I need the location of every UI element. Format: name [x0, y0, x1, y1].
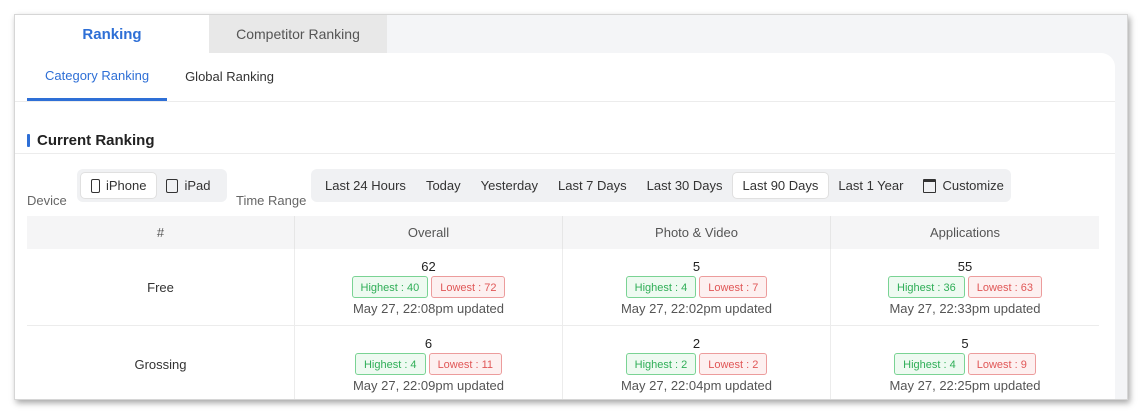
ranking-table: # Overall Photo & Video Applications Fre… [27, 216, 1099, 399]
divider [15, 153, 1115, 154]
time-range-last-30-days[interactable]: Last 30 Days [637, 173, 733, 198]
time-range-label: Time Range [236, 193, 307, 208]
device-iphone-button[interactable]: iPhone [81, 173, 157, 198]
tab-global-ranking[interactable]: Global Ranking [167, 53, 292, 99]
highest-badge: Highest : 4 [625, 275, 697, 298]
updated-timestamp: May 27, 22:04pm updated [620, 377, 773, 393]
ranking-window: Ranking Competitor Ranking Category Rank… [14, 14, 1128, 400]
updated-timestamp: May 27, 22:08pm updated [352, 300, 505, 316]
rank-value: 6 [424, 335, 433, 351]
ranking-panel: Category Ranking Global Ranking Current … [15, 53, 1115, 399]
customize-label: Customize [942, 178, 1004, 193]
lowest-badge: Lowest : 11 [428, 352, 503, 375]
time-range-today[interactable]: Today [416, 173, 471, 198]
ranking-cell: 5 Highest : 4 Lowest : 7 May 27, 22:02pm… [563, 249, 831, 325]
row-label: Grossing [27, 326, 295, 399]
highest-badge: Highest : 36 [888, 275, 965, 298]
column-header-photo-video: Photo & Video [563, 216, 831, 249]
updated-timestamp: May 27, 22:02pm updated [620, 300, 773, 316]
ranking-cell: 2 Highest : 2 Lowest : 2 May 27, 22:04pm… [563, 326, 831, 399]
calendar-icon [923, 178, 937, 193]
time-range-yesterday[interactable]: Yesterday [471, 173, 548, 198]
rank-value: 5 [961, 335, 969, 351]
rank-badges: Highest : 4 Lowest : 7 [625, 275, 768, 298]
highest-badge: Highest : 4 [354, 352, 426, 375]
rank-badges: Highest : 36 Lowest : 63 [888, 275, 1042, 298]
ranking-cell: 5 Highest : 4 Lowest : 9 May 27, 22:25pm… [831, 326, 1099, 399]
customize-button[interactable]: Customize [913, 173, 1013, 198]
updated-timestamp: May 27, 22:25pm updated [889, 377, 1041, 393]
updated-timestamp: May 27, 22:33pm updated [889, 300, 1041, 316]
rank-value: 55 [957, 258, 973, 274]
ranking-cell: 6 Highest : 4 Lowest : 11 May 27, 22:09p… [295, 326, 563, 399]
rank-value: 5 [692, 258, 701, 274]
time-range-selector: Last 24 Hours Today Yesterday Last 7 Day… [311, 169, 1011, 202]
ranking-cell: 62 Highest : 40 Lowest : 72 May 27, 22:0… [295, 249, 563, 325]
time-range-last-7-days[interactable]: Last 7 Days [548, 173, 637, 198]
highest-badge: Highest : 2 [625, 352, 697, 375]
highest-badge: Highest : 4 [894, 352, 965, 375]
row-label: Free [27, 249, 295, 325]
column-header-index: # [27, 216, 295, 249]
device-iphone-label: iPhone [106, 178, 147, 193]
column-header-overall: Overall [295, 216, 563, 249]
rank-badges: Highest : 4 Lowest : 9 [894, 352, 1036, 375]
updated-timestamp: May 27, 22:09pm updated [352, 377, 505, 393]
section-accent-bar [27, 134, 30, 147]
tab-ranking[interactable]: Ranking [15, 15, 209, 53]
device-label: Device [27, 193, 67, 208]
rank-value: 2 [692, 335, 701, 351]
rank-badges: Highest : 40 Lowest : 72 [351, 275, 506, 298]
lowest-badge: Lowest : 7 [699, 275, 768, 298]
time-range-last-1-year[interactable]: Last 1 Year [828, 173, 913, 198]
section-title: Current Ranking [27, 132, 155, 149]
phone-icon [91, 178, 100, 193]
sub-tabs: Category Ranking Global Ranking [27, 53, 292, 101]
table-row: Grossing 6 Highest : 4 Lowest : 11 May 2… [27, 326, 1099, 399]
rank-badges: Highest : 4 Lowest : 11 [354, 352, 503, 375]
rank-value: 62 [421, 258, 436, 274]
table-row: Free 62 Highest : 40 Lowest : 72 May 27,… [27, 249, 1099, 326]
rank-badges: Highest : 2 Lowest : 2 [625, 352, 768, 375]
divider [15, 101, 1115, 102]
device-selector: iPhone iPad [77, 169, 227, 202]
tab-competitor-ranking[interactable]: Competitor Ranking [209, 15, 387, 53]
ranking-cell: 55 Highest : 36 Lowest : 63 May 27, 22:3… [831, 249, 1099, 325]
time-range-last-90-days[interactable]: Last 90 Days [732, 173, 829, 198]
lowest-badge: Lowest : 2 [699, 352, 768, 375]
lowest-badge: Lowest : 63 [967, 275, 1042, 298]
column-header-applications: Applications [929, 225, 1001, 240]
tablet-icon [166, 178, 179, 193]
tab-category-ranking[interactable]: Category Ranking [27, 53, 168, 101]
table-header: # Overall Photo & Video Applications [27, 216, 1099, 249]
highest-badge: Highest : 40 [351, 275, 429, 298]
lowest-badge: Lowest : 72 [431, 275, 506, 298]
lowest-badge: Lowest : 9 [967, 352, 1036, 375]
section-title-text: Current Ranking [37, 132, 155, 149]
time-range-last-24-hours[interactable]: Last 24 Hours [315, 173, 416, 198]
device-ipad-label: iPad [184, 178, 211, 193]
device-ipad-button[interactable]: iPad [156, 173, 220, 198]
top-tabs: Ranking Competitor Ranking [15, 15, 387, 53]
